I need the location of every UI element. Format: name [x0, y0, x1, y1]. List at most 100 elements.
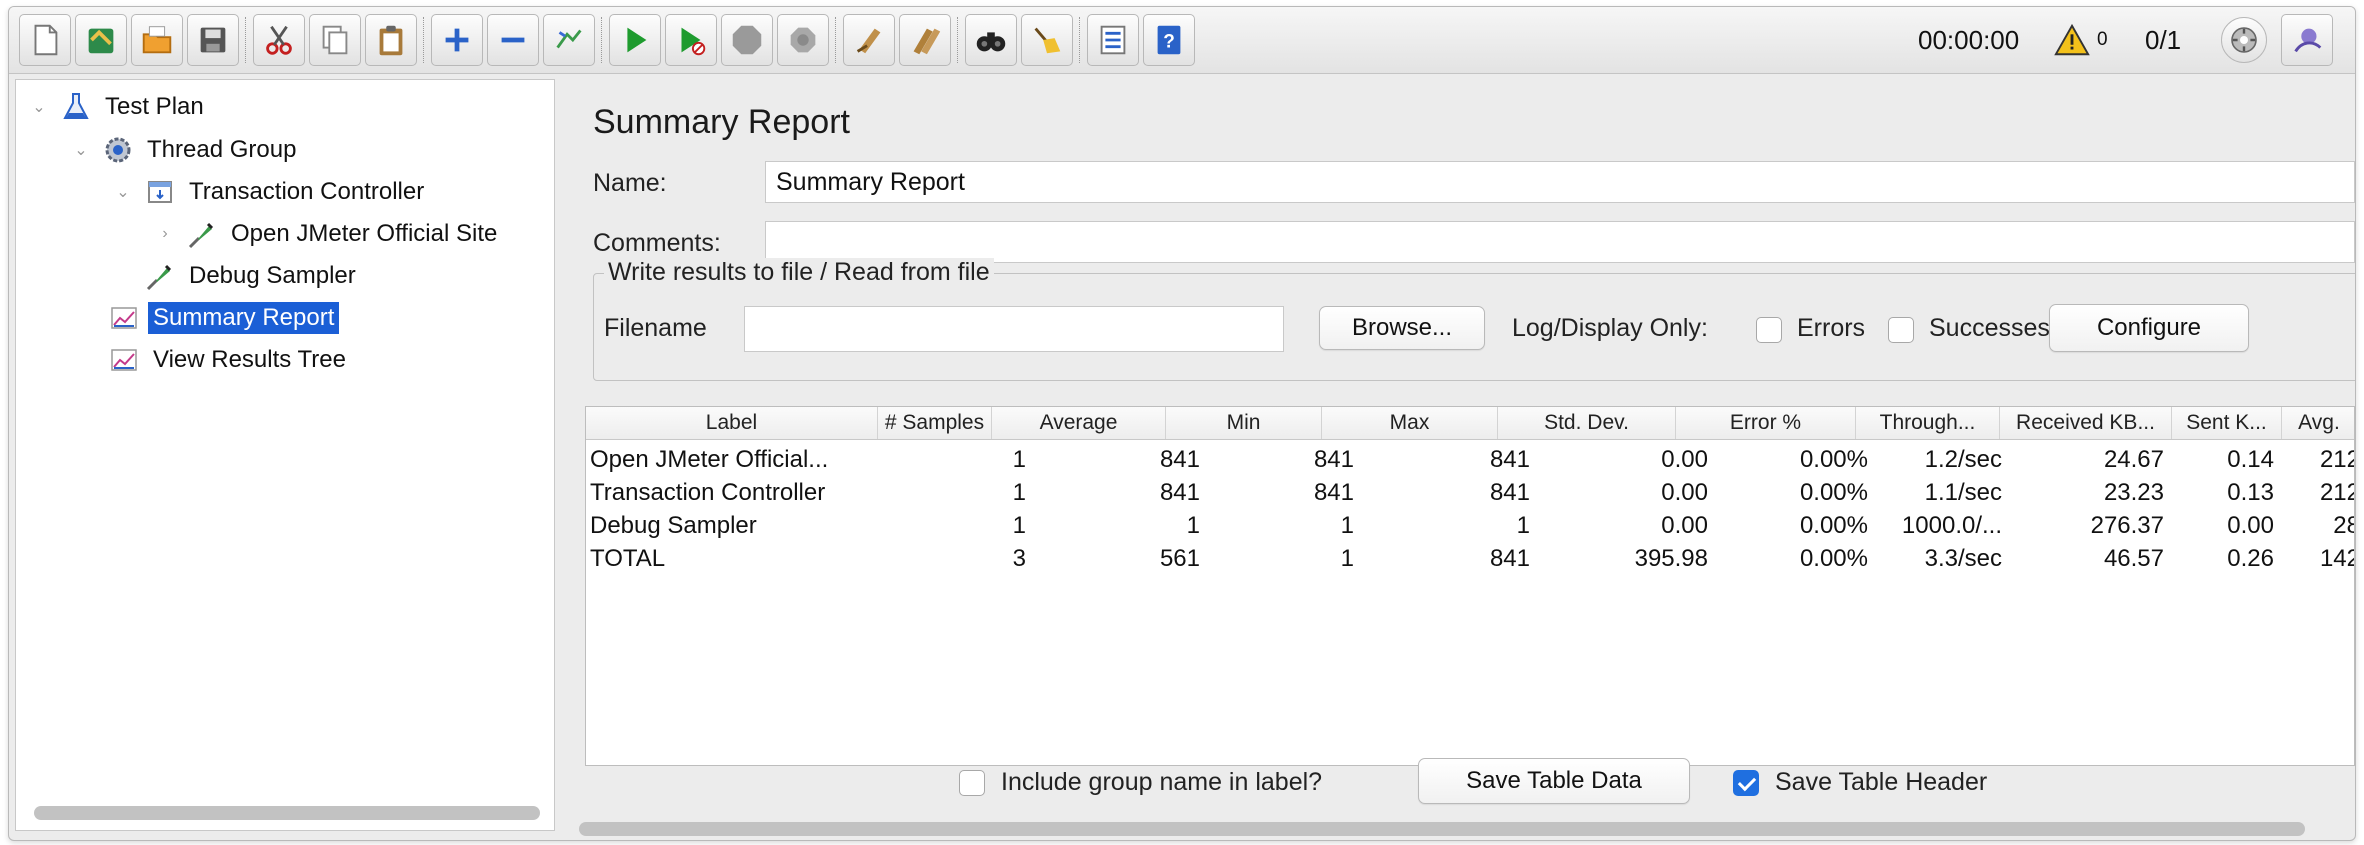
logo-icon[interactable]	[2281, 14, 2333, 66]
help-icon[interactable]: ?	[1143, 14, 1195, 66]
browse-button[interactable]: Browse...	[1319, 306, 1485, 350]
save-icon[interactable]	[187, 14, 239, 66]
chevron-down-icon[interactable]: ⌄	[112, 181, 134, 203]
tree-item-thread-group[interactable]: ⌄ Thread Group	[70, 130, 301, 170]
cell-sent-kb: 0.13	[2227, 478, 2274, 506]
cell-label: Debug Sampler	[590, 511, 757, 539]
cell-samples: 3	[1012, 544, 1026, 572]
transaction-controller-icon	[148, 181, 172, 203]
paste-icon[interactable]	[365, 14, 417, 66]
chevron-down-icon[interactable]: ⌄	[28, 96, 50, 118]
cell-std-dev: 0.00	[1661, 478, 1708, 506]
table-row[interactable]: TOTAL 3 561 1 841 395.98 0.00% 3.3/sec 4…	[586, 542, 2354, 575]
toolbar: ? 00:00:00 0 0/1	[9, 7, 2355, 74]
start-icon[interactable]	[609, 14, 661, 66]
column-header-label[interactable]: Label	[586, 407, 878, 439]
cell-average: 841	[1159, 445, 1200, 473]
stop-icon[interactable]	[721, 14, 773, 66]
tree-item-debug-sampler[interactable]: Debug Sampler	[144, 256, 361, 296]
expand-icon[interactable]	[431, 14, 483, 66]
cell-max: 841	[1489, 478, 1530, 506]
start-no-pause-icon[interactable]	[665, 14, 717, 66]
tree-item-transaction-controller[interactable]: ⌄ Transaction Controller	[112, 172, 429, 212]
thread-count: 0/1	[2145, 24, 2182, 55]
panel-horizontal-scrollbar[interactable]	[579, 822, 2305, 836]
table-row[interactable]: Open JMeter Official... 1 841 841 841 0.…	[586, 443, 2354, 476]
copy-icon[interactable]	[309, 14, 361, 66]
toggle-icon[interactable]	[543, 14, 595, 66]
successes-checkbox[interactable]	[1888, 317, 1914, 343]
page-title: Summary Report	[593, 103, 850, 141]
new-icon[interactable]	[19, 14, 71, 66]
tree-item-open-jmeter-official-site[interactable]: › Open JMeter Official Site	[154, 214, 502, 254]
tree-item-view-results-tree[interactable]: View Results Tree	[108, 340, 351, 380]
tree-item-label: Summary Report	[148, 302, 340, 334]
cell-max: 841	[1489, 544, 1530, 572]
cell-throughput: 3.3/sec	[1924, 544, 2002, 572]
function-helper-icon[interactable]	[1087, 14, 1139, 66]
include-group-name-checkbox[interactable]	[959, 770, 985, 796]
open-icon[interactable]	[131, 14, 183, 66]
summary-table[interactable]: Label # Samples Average Min Max Std. Dev…	[585, 406, 2355, 766]
chevron-down-icon[interactable]: ⌄	[70, 139, 92, 161]
warning-count: 0	[2097, 29, 2108, 50]
tree-item-test-plan[interactable]: ⌄ Test Plan	[28, 87, 209, 127]
tree-item-summary-report[interactable]: Summary Report	[108, 298, 340, 338]
column-header-throughput[interactable]: Through...	[1856, 407, 2000, 439]
sampler-icon	[146, 264, 172, 291]
log-display-only-label: Log/Display Only:	[1512, 314, 1708, 342]
configure-button[interactable]: Configure	[2049, 304, 2249, 352]
column-header-sent-kb[interactable]: Sent K...	[2172, 407, 2282, 439]
column-header-min[interactable]: Min	[1166, 407, 1322, 439]
cell-min: 841	[1313, 478, 1354, 506]
column-header-avg-bytes[interactable]: Avg.	[2282, 407, 2354, 439]
table-header: Label # Samples Average Min Max Std. Dev…	[586, 407, 2354, 440]
cell-sent-kb: 0.14	[2227, 445, 2274, 473]
save-table-header-checkbox[interactable]	[1733, 770, 1759, 796]
column-header-average[interactable]: Average	[992, 407, 1166, 439]
tree-horizontal-scrollbar[interactable]	[34, 806, 540, 820]
successes-label: Successes	[1929, 314, 2050, 342]
errors-checkbox[interactable]	[1756, 317, 1782, 343]
comments-field[interactable]	[765, 221, 2355, 263]
cell-max: 841	[1489, 445, 1530, 473]
cell-average: 841	[1159, 478, 1200, 506]
filename-label: Filename	[604, 314, 707, 342]
cell-samples: 1	[1012, 478, 1026, 506]
table-row[interactable]: Transaction Controller 1 841 841 841 0.0…	[586, 476, 2354, 509]
chevron-right-icon[interactable]: ›	[154, 223, 176, 245]
collapse-icon[interactable]	[487, 14, 539, 66]
test-plan-tree[interactable]: ⌄ Test Plan ⌄ Thread Group ⌄ Transaction…	[15, 79, 555, 831]
filename-field[interactable]	[744, 306, 1284, 352]
cell-label: Open JMeter Official...	[590, 445, 829, 473]
cell-samples: 1	[1012, 511, 1026, 539]
cell-label: Transaction Controller	[590, 478, 826, 506]
clear-icon[interactable]	[843, 14, 895, 66]
test-plan-icon	[63, 93, 89, 119]
table-row[interactable]: Debug Sampler 1 1 1 1 0.00 0.00% 1000.0/…	[586, 509, 2354, 542]
group-title: Write results to file / Read from file	[604, 258, 994, 287]
tree-item-label: Thread Group	[147, 136, 297, 163]
column-header-error-pct[interactable]: Error %	[1676, 407, 1856, 439]
name-field[interactable]: Summary Report	[765, 161, 2355, 203]
column-header-received-kb[interactable]: Received KB...	[2000, 407, 2172, 439]
save-table-data-button[interactable]: Save Table Data	[1418, 758, 1690, 804]
include-group-name-label: Include group name in label?	[1001, 768, 1323, 796]
templates-icon[interactable]	[75, 14, 127, 66]
reset-search-icon[interactable]	[1021, 14, 1073, 66]
column-header-std-dev[interactable]: Std. Dev.	[1498, 407, 1676, 439]
cell-average: 1	[1186, 511, 1200, 539]
search-icon[interactable]	[965, 14, 1017, 66]
column-header-max[interactable]: Max	[1322, 407, 1498, 439]
cell-min: 1	[1340, 511, 1354, 539]
remote-icon[interactable]	[2221, 17, 2267, 63]
cut-icon[interactable]	[253, 14, 305, 66]
shutdown-icon[interactable]	[777, 14, 829, 66]
clear-all-icon[interactable]	[899, 14, 951, 66]
column-header-samples[interactable]: # Samples	[878, 407, 992, 439]
warning-indicator[interactable]: 0	[2053, 7, 2108, 73]
tree-item-label: View Results Tree	[153, 346, 346, 373]
cell-std-dev: 395.98	[1634, 544, 1708, 572]
warning-icon	[2054, 23, 2090, 56]
cell-min: 1	[1340, 544, 1354, 572]
